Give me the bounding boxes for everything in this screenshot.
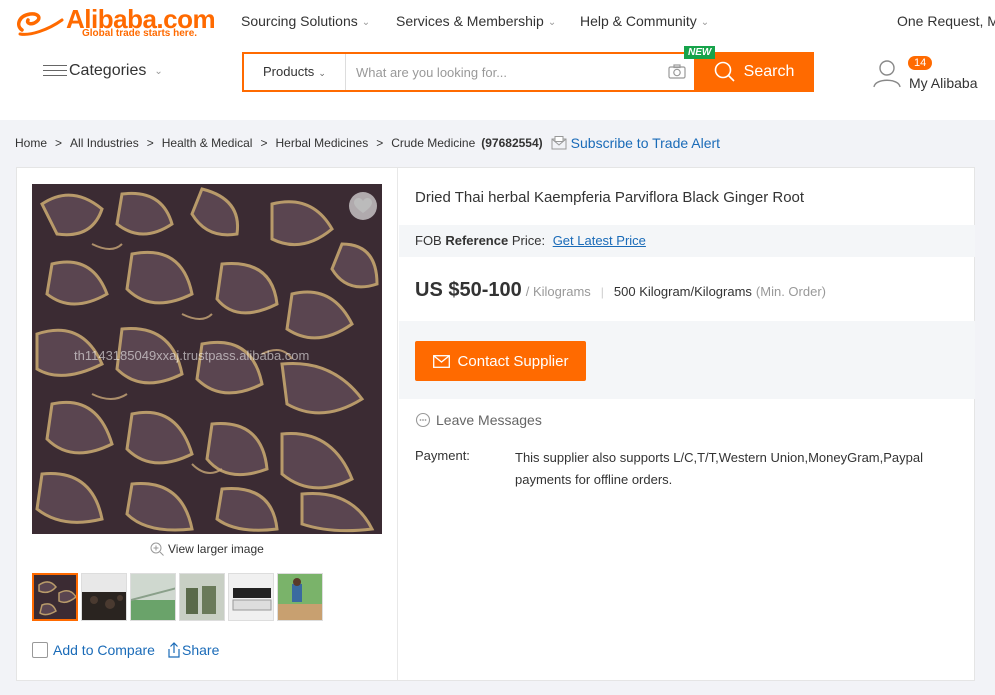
min-order-note: (Min. Order) [755, 284, 826, 299]
breadcrumb-item[interactable]: Herbal Medicines [275, 136, 368, 150]
thumbnail[interactable] [179, 573, 225, 621]
thumbnail[interactable] [130, 573, 176, 621]
search-button-label: Search [743, 63, 795, 80]
nav-services-membership[interactable]: Services & Membership ⌄ [396, 13, 556, 29]
breadcrumb-separator: > [55, 136, 63, 150]
image-watermark: th1143185049xxaj.trustpass.alibaba.com [74, 348, 309, 363]
payment-label: Payment: [415, 448, 470, 463]
breadcrumb-item[interactable]: All Industries [70, 136, 139, 150]
fob-prefix: FOB [415, 233, 446, 248]
product-photo: th1143185049xxaj.trustpass.alibaba.com [32, 184, 382, 534]
compare-checkbox[interactable] [32, 642, 48, 658]
product-title: Dried Thai herbal Kaempferia Parviflora … [415, 189, 805, 206]
price-unit: / Kilograms [525, 284, 591, 299]
leave-messages-link[interactable]: Leave Messages [415, 412, 542, 428]
mail-icon [551, 136, 567, 150]
product-main-image[interactable]: th1143185049xxaj.trustpass.alibaba.com [32, 184, 382, 534]
nav-sourcing-solutions[interactable]: Sourcing Solutions ⌄ [241, 13, 370, 29]
breadcrumb-separator: > [146, 136, 154, 150]
add-to-compare[interactable]: Add to Compare [32, 642, 155, 658]
share-label: Share [182, 642, 220, 658]
search-category-label: Products [263, 64, 315, 79]
product-details: Dried Thai herbal Kaempferia Parviflora … [399, 168, 975, 680]
search-category-select[interactable]: Products ⌄ [244, 54, 346, 90]
breadcrumb-separator: > [376, 136, 384, 150]
nav-help-community[interactable]: Help & Community ⌄ [580, 13, 709, 29]
compare-label: Add to Compare [53, 642, 155, 658]
fob-price-row: FOB Reference Price: Get Latest Price [399, 225, 975, 257]
view-larger-label: View larger image [168, 542, 264, 556]
thumbnail[interactable] [228, 573, 274, 621]
chevron-down-icon: ⌄ [700, 17, 710, 28]
thumbnail[interactable] [32, 573, 78, 621]
thumbnail[interactable] [81, 573, 127, 621]
chevron-down-icon: ⌄ [154, 65, 163, 77]
chat-icon [415, 412, 431, 428]
price-row: US $50-100 / Kilograms | 500 Kilogram/Ki… [415, 279, 826, 302]
breadcrumb-item[interactable]: Home [15, 136, 47, 150]
contact-area: Contact Supplier [399, 321, 975, 399]
logo-tagline: Global trade starts here. [82, 28, 198, 39]
fob-reference: Reference [445, 233, 509, 248]
one-request-link[interactable]: One Request, Mu [897, 13, 995, 29]
contact-supplier-button[interactable]: Contact Supplier [415, 341, 586, 381]
heart-icon [354, 198, 372, 213]
view-larger-image-link[interactable]: View larger image [150, 542, 264, 556]
categories-menu[interactable]: Categories ⌄ [43, 62, 163, 80]
chevron-down-icon: ⌄ [318, 68, 326, 78]
divider: | [600, 285, 604, 299]
zoom-icon [150, 542, 164, 556]
payment-text: This supplier also supports L/C,T/T,West… [515, 450, 923, 487]
contact-supplier-label: Contact Supplier [457, 352, 569, 370]
chevron-down-icon: ⌄ [547, 17, 557, 28]
get-latest-price-link[interactable]: Get Latest Price [553, 233, 646, 248]
new-badge: NEW [684, 46, 716, 59]
alibaba-logo-icon [16, 12, 64, 36]
share-icon [168, 642, 180, 658]
search-icon [714, 61, 735, 82]
thumbnail[interactable] [277, 573, 323, 621]
breadcrumb: Home > All Industries > Health & Medical… [15, 135, 720, 151]
thumbnail-strip [32, 573, 323, 621]
my-alibaba-link[interactable]: My Alibaba [909, 75, 977, 91]
alibaba-logo[interactable]: Alibaba.com Global trade starts here. [14, 4, 216, 40]
camera-icon[interactable] [668, 64, 686, 79]
search-input[interactable] [348, 55, 668, 89]
categories-label: Categories [69, 62, 147, 79]
price-value: US $50-100 [415, 279, 522, 301]
message-count-badge[interactable]: 14 [908, 56, 933, 70]
product-gallery: th1143185049xxaj.trustpass.alibaba.com V… [17, 168, 398, 680]
share-link[interactable]: Share [166, 642, 219, 658]
envelope-icon [432, 354, 450, 368]
product-card: th1143185049xxaj.trustpass.alibaba.com V… [16, 167, 975, 681]
search-bar: Products⌄ Search [242, 52, 814, 92]
menu-icon [43, 64, 67, 78]
nav-label: Sourcing Solutions [241, 13, 358, 29]
favorite-button[interactable] [349, 192, 377, 220]
subscribe-trade-alert-link[interactable]: Subscribe to Trade Alert [571, 135, 720, 151]
nav-label: Services & Membership [396, 13, 544, 29]
nav-label: Help & Community [580, 13, 697, 29]
leave-messages-label: Leave Messages [436, 412, 542, 428]
breadcrumb-item[interactable]: Health & Medical [162, 136, 253, 150]
breadcrumb-item[interactable]: Crude Medicine [391, 136, 475, 150]
category-count: (97682554) [481, 136, 543, 150]
fob-suffix: Price: [508, 233, 546, 248]
breadcrumb-separator: > [260, 136, 268, 150]
chevron-down-icon: ⌄ [361, 17, 371, 28]
header: Alibaba.com Global trade starts here. So… [0, 0, 995, 120]
min-order-quantity: 500 Kilogram/Kilograms [613, 284, 752, 299]
user-icon[interactable] [872, 58, 902, 88]
